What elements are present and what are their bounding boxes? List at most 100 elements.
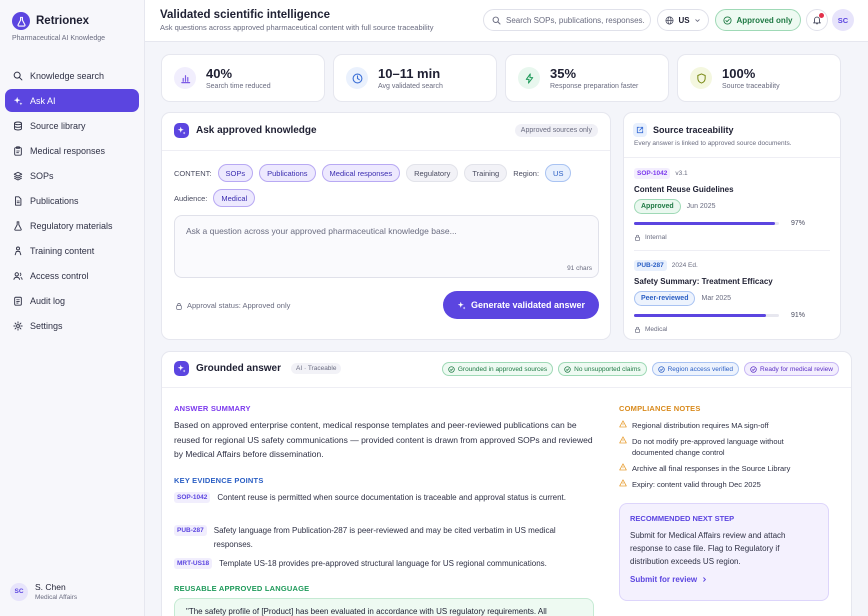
chip-audience-medical[interactable]: Medical	[213, 189, 256, 207]
grounded-answer-title: Grounded answer AI · Traceable	[174, 361, 342, 376]
evidence-code[interactable]: MRT-US18	[174, 558, 213, 569]
relevance-bar-fill	[634, 314, 766, 317]
relevance-bar	[634, 222, 779, 225]
page-subtitle: Ask questions across approved pharmaceut…	[160, 23, 434, 32]
relevance-score: 97%	[791, 220, 806, 227]
reusable-language-quote[interactable]: "The safety profile of [Product] has bee…	[174, 598, 594, 616]
brand[interactable]: Retrionex	[12, 12, 89, 30]
check-circle-icon	[723, 15, 733, 25]
compliance-note: Archive all final responses in the Sourc…	[619, 463, 839, 474]
chip-sops[interactable]: SOPs	[217, 164, 254, 182]
chip-regulatory[interactable]: Regulatory	[406, 164, 459, 182]
brand-name: Retrionex	[36, 15, 90, 27]
sidebar-item-label: Publications	[30, 195, 79, 206]
approved-sources-badge: Approved sources only	[514, 124, 598, 137]
search-input[interactable]	[506, 15, 644, 25]
submit-for-review-label: Submit for review	[630, 575, 698, 584]
evidence-text: Safety language from Publication-287 is …	[213, 526, 556, 549]
chevron-right-icon	[701, 576, 708, 583]
sidebar-item-source-library[interactable]: Source library	[5, 114, 139, 137]
header-avatar[interactable]: SC	[832, 9, 854, 31]
grounded-answer-panel: Grounded answer AI · Traceable Grounded …	[161, 351, 852, 616]
sidebar-item-label: Training content	[30, 246, 95, 257]
source-date: Jun 2025	[686, 203, 716, 210]
sidebar-item-settings[interactable]: Settings	[5, 315, 139, 338]
sidebar-item-sops[interactable]: SOPs	[5, 164, 139, 187]
next-step-text: Submit for Medical Affairs review and at…	[630, 531, 786, 566]
warning-icon	[619, 479, 627, 490]
sidebar-item-access-control[interactable]: Access control	[5, 265, 139, 288]
answer-badges: Grounded in approved sources No unsuppor…	[441, 362, 839, 376]
sidebar-item-label: Access control	[30, 271, 89, 282]
kpi-value: 100%	[722, 66, 756, 81]
generate-answer-label: Generate validated answer	[470, 300, 586, 310]
brand-tagline: Pharmaceutical AI Knowledge	[12, 35, 105, 42]
notification-dot	[819, 13, 824, 18]
log-icon	[13, 296, 23, 306]
sidebar-item-medical-responses[interactable]: Medical responses	[5, 139, 139, 162]
bar-chart-icon	[174, 67, 196, 89]
compliance-note-text: Regional distribution requires MA sign-o…	[632, 421, 769, 430]
char-count: 91 chars	[567, 265, 592, 272]
user-profile[interactable]: SC S. Chen Medical Affairs	[10, 582, 77, 601]
approval-status-text: Approval status: Approved only	[187, 301, 291, 310]
question-input[interactable]	[175, 216, 598, 277]
source-item[interactable]: SOP-1042 v3.1 Content Reuse Guidelines A…	[634, 168, 834, 241]
sidebar-item-label: Settings	[30, 321, 63, 332]
compliance-note: Expiry: content valid through Dec 2025	[619, 479, 839, 490]
divider	[634, 250, 830, 251]
divider	[162, 387, 851, 388]
sidebar-item-audit-log[interactable]: Audit log	[5, 290, 139, 313]
compliance-note: Do not modify pre-approved language with…	[619, 436, 839, 458]
user-role: Medical Affairs	[35, 594, 78, 601]
source-scope: Internal	[634, 234, 834, 241]
sidebar-item-training-content[interactable]: Training content	[5, 240, 139, 263]
approved-only-toggle[interactable]: Approved only	[715, 9, 801, 31]
source-traceability-panel: Source traceability Every answer is link…	[623, 112, 841, 340]
sparkle-icon	[174, 361, 189, 376]
answer-summary-heading: ANSWER SUMMARY	[174, 404, 251, 413]
database-icon	[13, 121, 23, 131]
global-search[interactable]	[483, 9, 651, 31]
sidebar-item-regulatory-materials[interactable]: Regulatory materials	[5, 215, 139, 238]
audience-label: Audience:	[174, 193, 208, 203]
next-step-card: RECOMMENDED NEXT STEP Submit for Medical…	[619, 503, 829, 601]
sidebar-item-publications[interactable]: Publications	[5, 189, 139, 212]
kpi-card: 35% Response preparation faster	[505, 54, 669, 102]
evidence-item: PUB-287 Safety language from Publication…	[174, 524, 594, 552]
kpi-label: Search time reduced	[206, 83, 271, 90]
compliance-note: Regional distribution requires MA sign-o…	[619, 420, 839, 431]
kpi-label: Source traceability	[722, 83, 780, 90]
sidebar-item-label: Source library	[30, 120, 86, 131]
chip-medical-responses[interactable]: Medical responses	[321, 164, 401, 182]
sidebar-item-ask-ai[interactable]: Ask AI	[5, 89, 139, 113]
chip-region-us[interactable]: US	[545, 164, 572, 182]
badge-label: No unsupported claims	[574, 365, 641, 373]
check-circle-icon	[657, 365, 665, 373]
sidebar-item-label: Knowledge search	[30, 70, 105, 81]
evidence-code[interactable]: PUB-287	[174, 525, 207, 536]
sidebar-item-knowledge-search[interactable]: Knowledge search	[5, 64, 139, 87]
shield-icon	[690, 67, 712, 89]
clock-icon	[346, 67, 368, 89]
chip-training[interactable]: Training	[464, 164, 508, 182]
reusable-language-heading: REUSABLE APPROVED LANGUAGE	[174, 584, 310, 593]
generate-answer-button[interactable]: Generate validated answer	[443, 291, 599, 319]
notifications-button[interactable]	[806, 9, 828, 31]
kpi-value: 40%	[206, 66, 233, 81]
compliance-note-text: Expiry: content valid through Dec 2025	[632, 480, 761, 489]
relevance-score: 91%	[791, 312, 806, 319]
compliance-note-text: Do not modify pre-approved language with…	[632, 437, 784, 457]
region-selector[interactable]: US	[657, 9, 709, 31]
source-scope-text: Medical	[645, 326, 668, 333]
kpi-card: 40% Search time reduced	[161, 54, 325, 102]
training-icon	[13, 246, 23, 256]
kpi-value: 10–11 min	[378, 66, 441, 81]
submit-for-review-link[interactable]: Submit for review	[630, 575, 818, 584]
sidebar-item-label: Ask AI	[30, 95, 56, 106]
source-item[interactable]: PUB-287 2024 Ed. Safety Summary: Treatme…	[634, 260, 834, 333]
warning-icon	[619, 463, 627, 474]
badge-label: Ready for medical review	[760, 365, 833, 373]
evidence-code[interactable]: SOP-1042	[174, 492, 211, 503]
chip-publications[interactable]: Publications	[259, 164, 316, 182]
